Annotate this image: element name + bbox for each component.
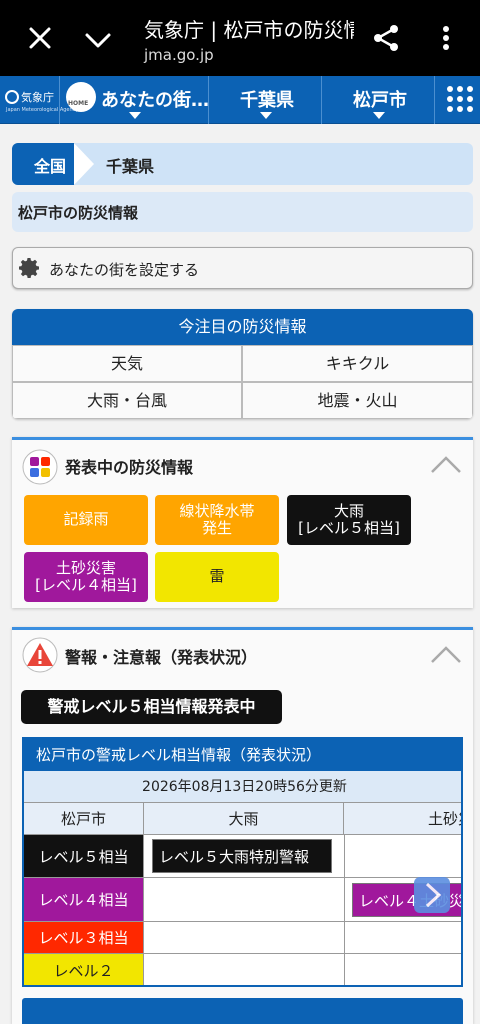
breadcrumb-home-link[interactable]: 全国 [12,143,91,185]
issued-badge[interactable]: 記録雨 [24,495,148,545]
jma-logo-text: 気象庁 [21,91,54,104]
share-icon[interactable] [370,22,402,54]
issued-badge[interactable]: 雷 [155,552,279,602]
chevron-down-icon[interactable] [82,24,114,56]
nav-item-my-city[interactable]: HOME あなたの街… [61,76,209,124]
color-grid-icon [22,449,58,485]
level-label: レベル４相当 [24,878,144,921]
page-title: 松戸市の防災情報 [12,192,473,232]
set-city-label: あなたの街を設定する [49,261,200,279]
jma-logo[interactable]: 気象庁 Japan Meteorological Agency [0,76,78,124]
grid-menu-icon[interactable] [438,76,480,124]
dropdown-triangle-icon [373,112,385,119]
breadcrumb-current: 千葉県 [106,157,155,176]
issued-info-card: 発表中の防災情報 記録雨 線状降水帯 発生 大雨 [レベル５相当] 土砂災害 [レベル… [12,437,473,608]
scroll-right-button[interactable] [414,877,450,913]
column-header-city: 松戸市 [24,803,144,835]
table-row: レベル３相当 [24,922,461,954]
next-table-header [22,998,463,1024]
close-icon[interactable] [24,22,56,54]
column-header-landslide: 土砂災害 [344,803,461,835]
breadcrumb-home-label: 全国 [34,157,67,176]
set-city-button[interactable]: あなたの街を設定する [12,247,473,289]
issued-badge[interactable]: 線状降水帯 発生 [155,495,279,545]
dropdown-triangle-icon [260,112,272,119]
issued-badge[interactable]: 大雨 [レベル５相当] [287,495,411,545]
warnings-title: 警報・注意報（発表状況） [65,648,258,667]
table-updated-time: 2026年08月13日20時56分更新 [24,771,461,803]
focus-info-box: 今注目の防災情報 天気 キキクル 大雨・台風 地震・火山 [12,309,473,419]
nav-item-prefecture[interactable]: 千葉県 [210,76,322,124]
level-label: レベル２ [24,954,144,985]
gear-icon [19,258,39,278]
focus-link-kikikuru[interactable]: キキクル [242,345,473,382]
alert-level-banner: 警戒レベル５相当情報発表中 [21,690,282,724]
table-header: 松戸市の警戒レベル相当情報（発表状況） [24,739,461,771]
issued-info-title: 発表中の防災情報 [65,458,194,477]
site-navbar: 気象庁 Japan Meteorological Agency HOME あなた… [0,76,480,124]
chevron-up-icon[interactable] [430,642,462,666]
column-header-heavy-rain: 大雨 [144,803,344,835]
browser-page-title: 気象庁 | 松戸市の防災情報 [144,18,354,42]
breadcrumb: 全国 千葉県 [12,143,473,185]
table-row: レベル４相当 レベル４土砂災害警戒情報 [24,878,461,922]
chevron-up-icon[interactable] [430,452,462,476]
home-icon: HOME [66,82,96,112]
breadcrumb-separator [74,143,94,185]
table-row: レベル５相当 レベル５大雨特別警報 [24,835,461,878]
nav-item-label: 松戸市 [353,90,407,111]
browser-url: jma.go.jp [144,46,214,64]
table-row: レベル２ [24,954,461,985]
dropdown-triangle-icon [129,112,141,119]
focus-link-rain-typhoon[interactable]: 大雨・台風 [12,382,242,419]
warning-icon [22,637,58,673]
focus-link-weather[interactable]: 天気 [12,345,242,382]
warning-level-table: 松戸市の警戒レベル相当情報（発表状況） 2026年08月13日20時56分更新 … [22,737,463,987]
issued-badge[interactable]: 土砂災害 [レベル４相当] [24,552,148,602]
jma-logo-mark-icon [5,90,19,104]
heavy-rain-special-warning-chip[interactable]: レベル５大雨特別警報 [152,839,332,873]
home-icon-label: HOME [68,100,89,107]
page-title-text: 松戸市の防災情報 [18,204,139,222]
more-vert-icon[interactable] [432,22,460,54]
focus-link-quake-volcano[interactable]: 地震・火山 [242,382,473,419]
chevron-right-icon [425,882,442,908]
browser-toolbar: 気象庁 | 松戸市の防災情報 jma.go.jp [0,0,480,76]
nav-item-label: 千葉県 [240,90,294,111]
nav-item-city[interactable]: 松戸市 [323,76,435,124]
nav-item-label: あなたの街… [101,90,209,111]
level-label: レベル３相当 [24,922,144,953]
level-label: レベル５相当 [24,835,144,877]
focus-info-title: 今注目の防災情報 [12,309,473,345]
